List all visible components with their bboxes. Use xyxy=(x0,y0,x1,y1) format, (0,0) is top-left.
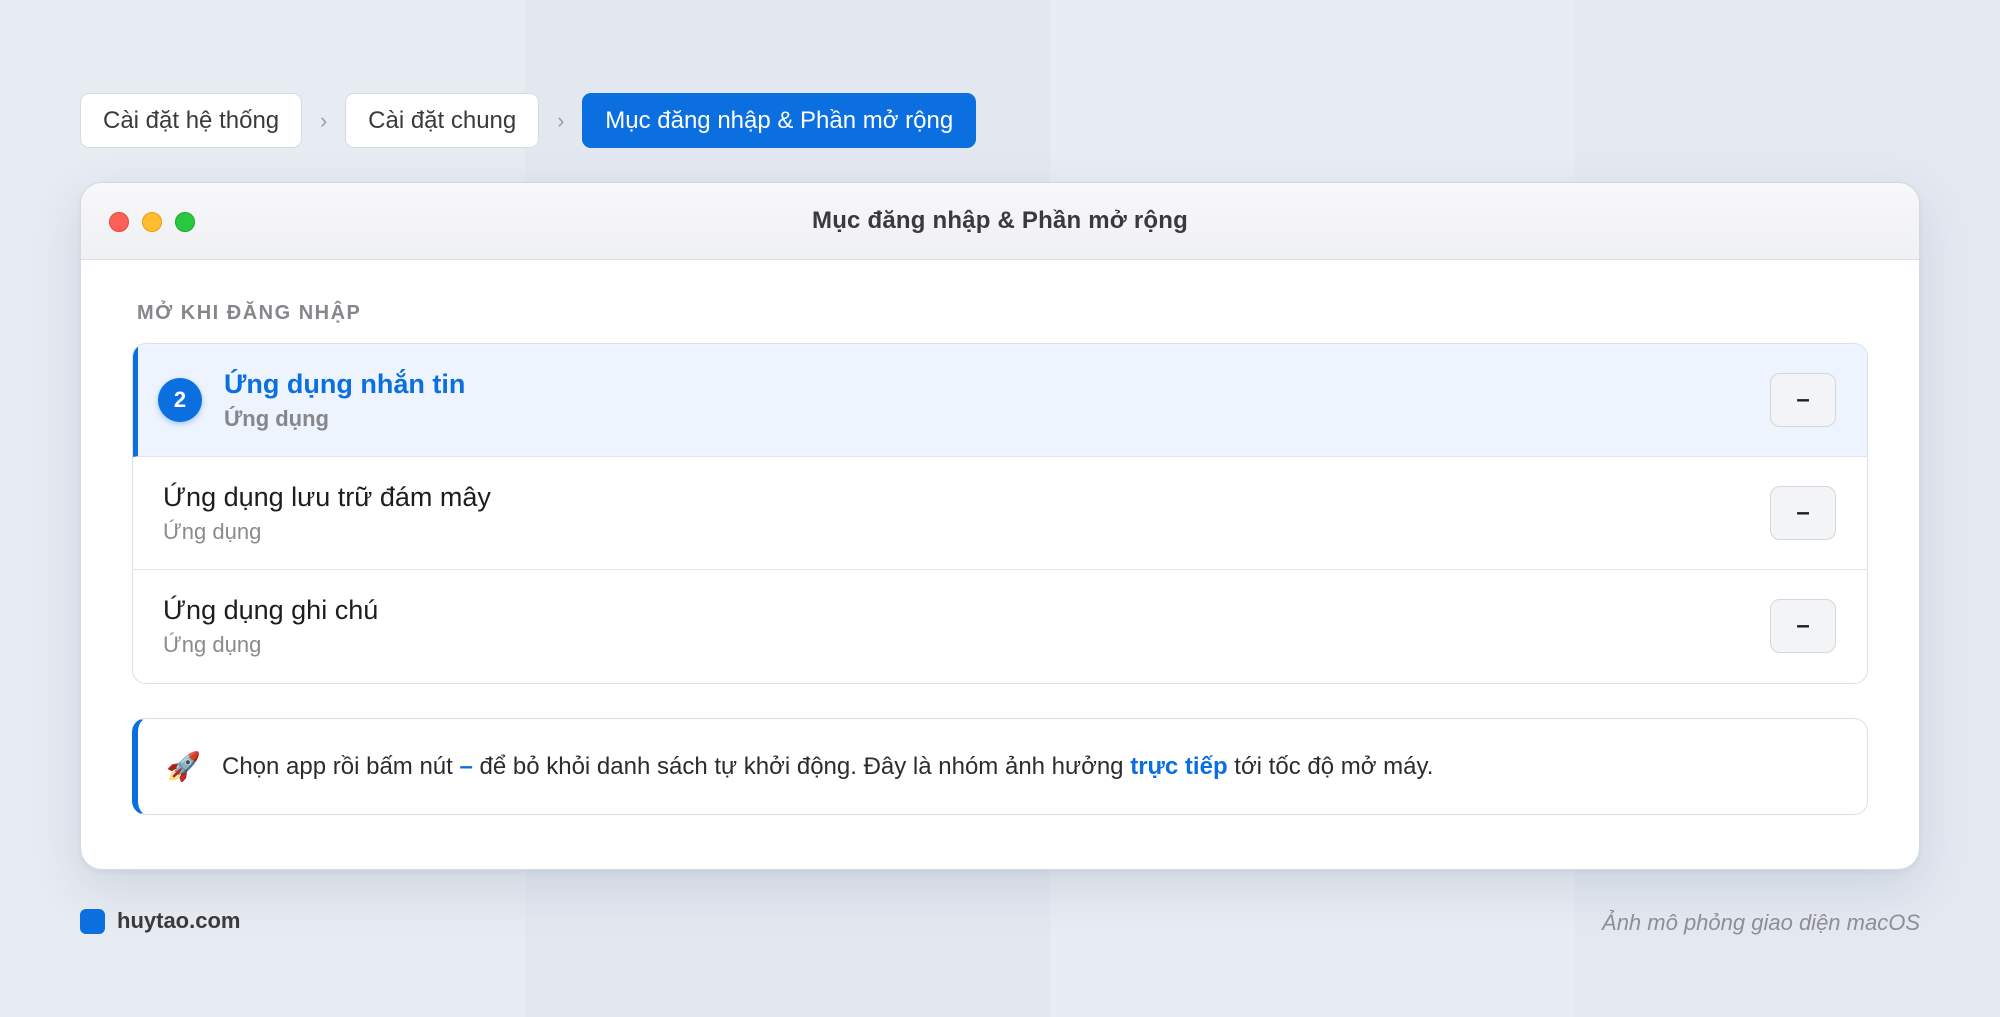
breadcrumb-separator: › xyxy=(557,107,565,133)
app-kind: Ứng dụng xyxy=(224,405,329,431)
list-item-notes-app[interactable]: Ứng dụng ghi chú Ứng dụng – xyxy=(133,570,1867,683)
login-items-list: 2 Ứng dụng nhắn tin Ứng dụng – Ứng dụng … xyxy=(132,343,1868,684)
breadcrumb-item-general[interactable]: Cài đặt chung xyxy=(345,93,540,148)
tip-text-start: Chọn app rồi bấm nút xyxy=(222,752,460,780)
remove-button[interactable]: – xyxy=(1770,373,1836,427)
tip-text-end: tới tốc độ mở máy. xyxy=(1227,752,1434,780)
tip-callout: 🚀 Chọn app rồi bấm nút – để bỏ khỏi danh… xyxy=(132,718,1868,815)
list-item-text: Ứng dụng nhắn tin Ứng dụng xyxy=(224,369,465,432)
brand-name: huytao.com xyxy=(117,908,241,933)
tip-dash: – xyxy=(459,752,473,780)
rocket-icon: 🚀 xyxy=(166,751,201,782)
section-label-open-at-login: MỞ KHI ĐĂNG NHẬP xyxy=(137,302,362,324)
close-window-button[interactable] xyxy=(109,212,129,232)
tip-text: Chọn app rồi bấm nút – để bỏ khỏi danh s… xyxy=(222,753,1433,781)
settings-window: Mục đăng nhập & Phần mở rộng MỞ KHI ĐĂNG… xyxy=(80,182,1920,870)
remove-button[interactable]: – xyxy=(1770,599,1836,653)
window-titlebar: Mục đăng nhập & Phần mở rộng xyxy=(81,183,1919,260)
app-name: Ứng dụng lưu trữ đám mây xyxy=(163,481,491,512)
app-name: Ứng dụng ghi chú xyxy=(163,595,379,625)
breadcrumb-item-system-settings[interactable]: Cài đặt hệ thống xyxy=(80,93,303,148)
list-item-text: Ứng dụng lưu trữ đám mây Ứng dụng xyxy=(163,482,491,545)
breadcrumb: Cài đặt hệ thống › Cài đặt chung › Mục đ… xyxy=(80,93,977,148)
footer-brand: huytao.com xyxy=(80,908,240,934)
list-item-messaging-app[interactable]: 2 Ứng dụng nhắn tin Ứng dụng – xyxy=(133,344,1867,457)
list-item-text: Ứng dụng ghi chú Ứng dụng xyxy=(163,595,378,658)
step-badge: 2 xyxy=(158,378,202,422)
app-name: Ứng dụng nhắn tin xyxy=(224,368,466,399)
app-kind: Ứng dụng xyxy=(163,632,262,657)
breadcrumb-item-login-items[interactable]: Mục đăng nhập & Phần mở rộng xyxy=(582,93,977,148)
window-title: Mục đăng nhập & Phần mở rộng xyxy=(812,207,1188,234)
remove-button[interactable]: – xyxy=(1770,486,1836,540)
tip-text-middle: để bỏ khỏi danh sách tự khởi động. Đây l… xyxy=(472,752,1131,780)
window-content: MỞ KHI ĐĂNG NHẬP 2 Ứng dụng nhắn tin Ứng… xyxy=(81,302,1919,815)
tip-emphasis: trực tiếp xyxy=(1130,752,1228,780)
minimize-window-button[interactable] xyxy=(142,212,162,232)
footer-note: Ảnh mô phỏng giao diện macOS xyxy=(1602,910,1920,935)
zoom-window-button[interactable] xyxy=(175,212,195,232)
app-kind: Ứng dụng xyxy=(163,518,262,544)
breadcrumb-separator: › xyxy=(319,107,328,133)
window-controls xyxy=(109,212,195,232)
list-item-cloud-storage-app[interactable]: Ứng dụng lưu trữ đám mây Ứng dụng – xyxy=(133,457,1867,570)
brand-logo-icon xyxy=(80,908,105,934)
